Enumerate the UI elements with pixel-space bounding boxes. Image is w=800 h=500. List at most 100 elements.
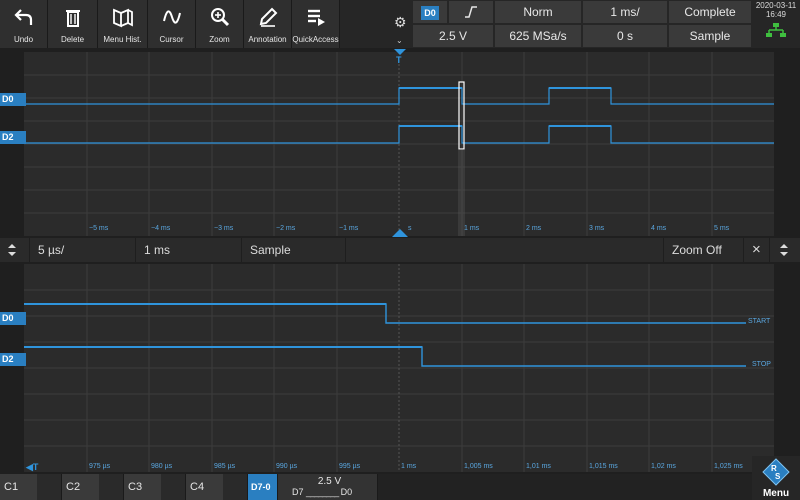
x-tick: s xyxy=(408,225,412,232)
zoom-time-axis: 975 µs 980 µs 985 µs 990 µs 995 µs 1 ms … xyxy=(0,463,800,474)
undo-label: Undo xyxy=(13,35,34,44)
stop-label: STOP xyxy=(752,361,771,368)
x-tick: 1,01 ms xyxy=(526,463,551,470)
cursor-wave-icon xyxy=(162,10,181,24)
time-text: 16:49 xyxy=(765,10,787,19)
x-tick: 1,02 ms xyxy=(651,463,676,470)
channel-c4-info xyxy=(223,474,247,500)
channel-c1-info xyxy=(37,474,61,500)
x-tick: 995 µs xyxy=(339,463,361,470)
x-tick: 4 ms xyxy=(651,225,667,232)
digital-bit-low: D0 xyxy=(340,487,353,497)
delete-button[interactable]: Delete xyxy=(48,0,98,48)
rising-edge-icon xyxy=(465,6,477,18)
time-scale[interactable]: 1 ms/ xyxy=(583,1,667,23)
channel-c1-button[interactable]: C1 xyxy=(0,474,62,500)
x-tick: 975 µs xyxy=(89,463,111,470)
channel-c1-label: C1 xyxy=(4,481,19,493)
channel-label-d0[interactable]: D0 xyxy=(0,93,26,106)
x-tick: 5 ms xyxy=(714,225,730,232)
pencil-icon xyxy=(259,7,277,27)
acquisition-status[interactable]: Complete xyxy=(669,1,751,23)
trigger-source[interactable]: D0 xyxy=(413,1,447,23)
rs-logo-icon: R S xyxy=(762,458,790,486)
sample-rate[interactable]: 625 MSa/s xyxy=(495,25,581,47)
channel-label-d2[interactable]: D2 xyxy=(0,353,26,366)
x-tick: 3 ms xyxy=(589,225,605,232)
x-tick: −1 ms xyxy=(339,225,359,232)
x-tick: 990 µs xyxy=(276,463,298,470)
overview-grid xyxy=(24,52,774,236)
date-time: 2020-03-11 16:49 xyxy=(752,0,800,48)
channel-c4-button[interactable]: C4 xyxy=(186,474,248,500)
toolbar: Undo Delete Menu Hist. Cursor Zoom Annot… xyxy=(0,0,800,48)
channel-c2-label: C2 xyxy=(66,481,81,493)
x-tick: 1,005 ms xyxy=(464,463,493,470)
x-tick: 2 ms xyxy=(526,225,542,232)
zoom-icon xyxy=(210,8,229,27)
zoom-acq-mode[interactable]: Sample xyxy=(242,238,346,262)
zoom-close-button[interactable]: × xyxy=(744,238,770,262)
zoom-bar-spacer xyxy=(346,238,664,262)
digital-bits: D7 ________ D0 xyxy=(282,487,377,498)
trigger-threshold[interactable]: 2.5 V xyxy=(413,25,493,47)
cursor-button[interactable]: Cursor xyxy=(148,0,196,48)
network-icon xyxy=(766,23,786,37)
zoom-bar: 5 µs/ 1 ms Sample Zoom Off × xyxy=(0,238,800,262)
channel-c4-label: C4 xyxy=(190,481,205,493)
x-tick: 1,025 ms xyxy=(714,463,743,470)
x-tick: 985 µs xyxy=(214,463,236,470)
zoom-resize-handle-right[interactable] xyxy=(770,238,800,262)
x-tick: 1 ms xyxy=(464,225,480,232)
resize-arrows-icon xyxy=(780,244,788,256)
overview-waveform-area[interactable]: T D0 D2 −5 ms −4 ms −3 ms −2 ms −1 ms s … xyxy=(0,48,800,238)
acquisition-mode[interactable]: Sample xyxy=(669,25,751,47)
zoom-button[interactable]: Zoom xyxy=(196,0,244,48)
start-label: START xyxy=(748,318,771,325)
x-tick: −4 ms xyxy=(151,225,171,232)
annotation-button[interactable]: Annotation xyxy=(244,0,292,48)
undo-icon xyxy=(13,9,32,25)
quick-access-button[interactable]: QuickAccess xyxy=(292,0,340,48)
trigger-edge[interactable] xyxy=(449,1,493,23)
zoom-waveform-area[interactable]: D0 D2 START STOP ◀T 975 µs 980 µs 985 µs… xyxy=(0,262,800,474)
trash-icon xyxy=(65,10,80,27)
zoom-window[interactable]: 1 ms xyxy=(136,238,242,262)
overview-time-axis: −5 ms −4 ms −3 ms −2 ms −1 ms s 1 ms 2 m… xyxy=(0,225,800,237)
x-tick: 1 ms xyxy=(401,463,417,470)
x-tick: −3 ms xyxy=(214,225,234,232)
chevron-down-icon: ⌄ xyxy=(396,36,403,45)
oscilloscope-screen: Undo Delete Menu Hist. Cursor Zoom Annot… xyxy=(0,0,800,500)
trigger-source-badge: D0 xyxy=(421,6,439,20)
cursor-label: Cursor xyxy=(159,35,184,44)
delete-label: Delete xyxy=(60,35,85,44)
date-text: 2020-03-11 xyxy=(755,1,797,10)
undo-button[interactable]: Undo xyxy=(0,0,48,48)
digital-threshold: 2.5 V xyxy=(317,476,342,487)
zoom-grid xyxy=(24,264,774,472)
zoom-time-scale[interactable]: 5 µs/ xyxy=(30,238,136,262)
channel-c3-label: C3 xyxy=(128,481,143,493)
zoom-resize-handle-left[interactable] xyxy=(0,238,30,262)
digital-group-button[interactable]: D7-0 xyxy=(248,474,278,500)
time-offset[interactable]: 0 s xyxy=(583,25,667,47)
quick-access-icon xyxy=(307,9,325,26)
menu-button[interactable]: R S Menu xyxy=(752,456,800,500)
digital-group-info[interactable]: 2.5 V D7 ________ D0 xyxy=(278,474,378,500)
settings-gear[interactable]: ⚙ ⌄ xyxy=(390,0,412,48)
digital-bit-high: D7 xyxy=(292,487,304,497)
svg-text:S: S xyxy=(775,472,781,481)
menu-history-button[interactable]: Menu Hist. xyxy=(98,0,148,48)
trigger-marker-label: T xyxy=(396,55,402,65)
channel-label-d0[interactable]: D0 xyxy=(0,312,26,325)
trigger-mode[interactable]: Norm xyxy=(495,1,581,23)
x-tick: 980 µs xyxy=(151,463,173,470)
zoom-off-button[interactable]: Zoom Off xyxy=(664,238,744,262)
annotation-label: Annotation xyxy=(248,35,287,44)
channel-label-d2[interactable]: D2 xyxy=(0,131,26,144)
channel-c2-button[interactable]: C2 xyxy=(62,474,124,500)
channel-c2-info xyxy=(99,474,123,500)
channel-c3-button[interactable]: C3 xyxy=(124,474,186,500)
menu-history-label: Menu Hist. xyxy=(103,35,142,44)
menu-label: Menu xyxy=(762,488,790,499)
